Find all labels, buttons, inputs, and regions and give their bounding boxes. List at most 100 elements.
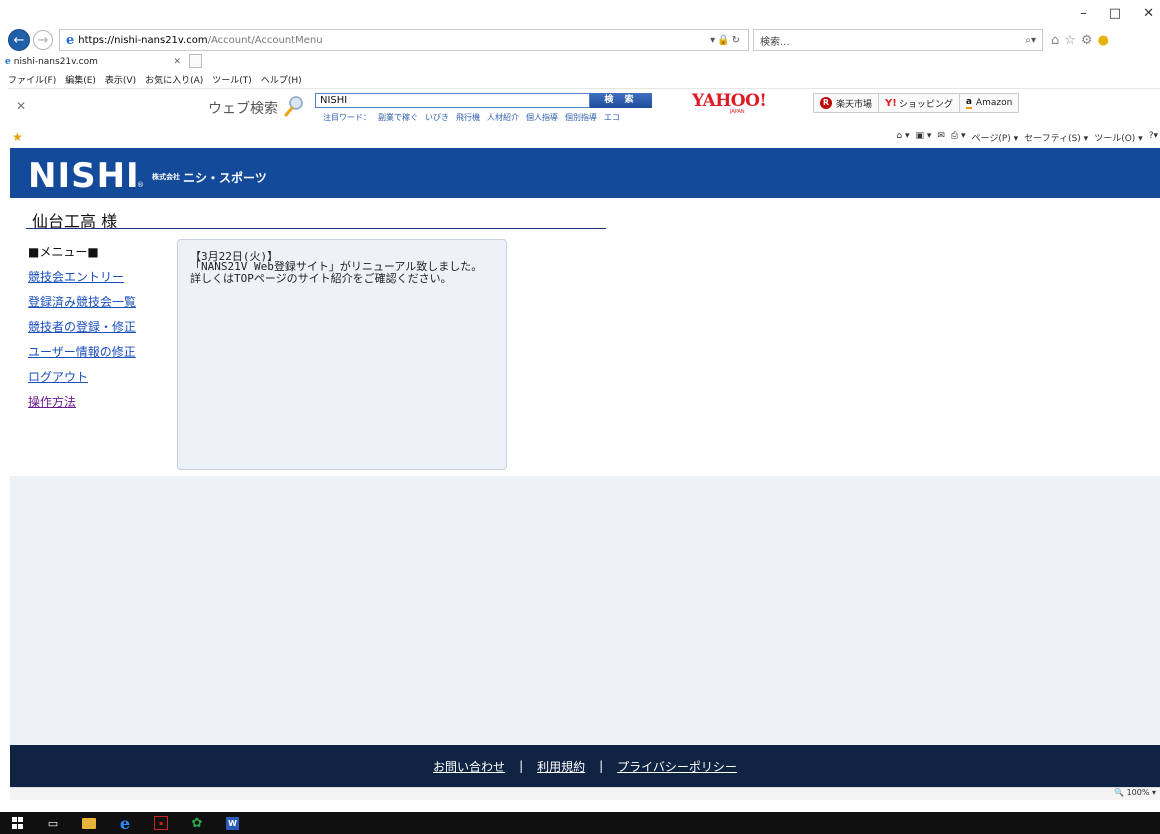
- url-host: https://nishi-nans21v.com: [78, 34, 208, 46]
- footer-separator: |: [519, 759, 524, 773]
- menu-link-how-to-use[interactable]: 操作方法: [28, 393, 76, 410]
- search-placeholder: 検索...: [760, 36, 790, 48]
- smiley-feedback-icon[interactable]: ●: [1098, 33, 1109, 48]
- amazon-label: Amazon: [975, 98, 1013, 108]
- close-window-button[interactable]: ✕: [1143, 6, 1154, 21]
- web-search-input[interactable]: NISHI: [315, 93, 590, 108]
- browser-search-box[interactable]: 検索... ⌕▾: [753, 29, 1043, 51]
- logo-registered-mark: ®: [137, 181, 144, 189]
- status-bar: 🔍 100% ▾: [10, 787, 1160, 800]
- hot-word-link[interactable]: 個別指導: [565, 112, 597, 123]
- menu-link-user-info[interactable]: ユーザー情報の修正: [28, 343, 136, 360]
- menu-edit[interactable]: 編集(E): [65, 73, 96, 86]
- help-icon[interactable]: ?▾: [1149, 131, 1158, 144]
- menu-tools[interactable]: ツール(T): [212, 73, 252, 86]
- footer-link-contact[interactable]: お問い合わせ: [433, 758, 505, 775]
- menu-file[interactable]: ファイル(F): [8, 73, 56, 86]
- rakuten-icon: R: [820, 97, 832, 109]
- tools-menu[interactable]: ツール(O) ▾: [1094, 131, 1143, 144]
- window-controls: – □ ✕: [1080, 6, 1154, 21]
- internet-explorer-icon[interactable]: e: [118, 814, 132, 833]
- footer-link-privacy[interactable]: プライバシーポリシー: [617, 758, 737, 775]
- forward-button[interactable]: →: [33, 30, 53, 50]
- zoom-value: 100%: [1126, 788, 1150, 797]
- hot-word-link[interactable]: いびき: [425, 112, 449, 123]
- page-menu[interactable]: ページ(P) ▾: [972, 131, 1019, 144]
- menu-help[interactable]: ヘルプ(H): [261, 73, 302, 86]
- account-menu-panel: 仙台工高 様 ■メニュー■ 競技会エントリー 登録済み競技会一覧 競技者の登録・…: [10, 198, 1160, 476]
- app-red-icon[interactable]: ▪: [154, 816, 168, 830]
- safety-menu[interactable]: セーフティ(S) ▾: [1024, 131, 1088, 144]
- address-row: ← → e https://nishi-nans21v.com /Account…: [8, 27, 1160, 53]
- back-button[interactable]: ←: [8, 29, 30, 51]
- home-icon[interactable]: ⌂: [1051, 33, 1059, 48]
- tab-active[interactable]: e nishi-nans21v.com ✕: [3, 54, 185, 70]
- tab-close-icon[interactable]: ✕: [173, 57, 181, 67]
- hot-words-label: 注目ワード：: [323, 113, 371, 122]
- command-bar: ⌂ ▾ ▣ ▾ ✉ ⎙ ▾ ページ(P) ▾ セーフティ(S) ▾ ツール(O)…: [896, 131, 1158, 144]
- tab-row: e nishi-nans21v.com ✕: [0, 54, 1160, 70]
- menu-link-athlete-registration[interactable]: 競技者の登録・修正: [28, 318, 136, 335]
- search-icon[interactable]: ⌕▾: [1025, 35, 1036, 46]
- menu-link-registered-competitions[interactable]: 登録済み競技会一覧: [28, 293, 136, 310]
- task-view-icon[interactable]: ▭: [46, 816, 60, 830]
- web-search-button[interactable]: 検 索: [590, 93, 652, 108]
- yahoo-logo[interactable]: YAHOO!: [692, 91, 767, 111]
- favorites-star-icon[interactable]: ☆: [1064, 33, 1076, 48]
- hot-word-link[interactable]: 人材紹介: [487, 112, 519, 123]
- site-footer: お問い合わせ | 利用規約 | プライバシーポリシー: [10, 745, 1160, 787]
- mail-icon[interactable]: ✉: [937, 131, 945, 144]
- hot-words: 注目ワード： 副業で稼ぐ いびき 飛行機 人材紹介 個人指導 個別指導 エコ: [323, 112, 620, 123]
- news-text: 「NANS21V Web登録サイト」がリニューアル致しました。詳しくはTOPペー…: [190, 260, 483, 285]
- footer-link-terms[interactable]: 利用規約: [537, 758, 585, 775]
- yahoo-shopping-label: ショッピング: [898, 99, 953, 110]
- yahoo-japan-sublabel: JAPAN: [730, 109, 745, 115]
- tab-ie-icon: e: [5, 57, 11, 67]
- zoom-level[interactable]: 🔍 100% ▾: [1114, 788, 1156, 797]
- settings-gear-icon[interactable]: ⚙: [1081, 33, 1093, 48]
- footer-separator: |: [599, 759, 604, 773]
- amazon-link[interactable]: a Amazon: [960, 94, 1018, 112]
- minimize-button[interactable]: –: [1080, 6, 1087, 21]
- menu-link-competition-entry[interactable]: 競技会エントリー: [28, 268, 124, 285]
- magnifier-icon: [284, 96, 303, 117]
- menu-link-logout[interactable]: ログアウト: [28, 368, 88, 385]
- hot-word-link[interactable]: 副業で稼ぐ: [378, 112, 418, 123]
- search-toolbar: ✕ ウェブ検索 NISHI 検 索 注目ワード： 副業で稼ぐ いびき 飛行機 人…: [8, 88, 1160, 126]
- tab-title: nishi-nans21v.com: [13, 57, 98, 67]
- rakuten-label: 楽天市場: [836, 99, 873, 110]
- web-search-label: ウェブ検索: [208, 101, 278, 117]
- toolbar-close-icon[interactable]: ✕: [16, 99, 26, 113]
- nishi-logo[interactable]: NISHI: [28, 156, 140, 196]
- app-green-icon[interactable]: ✿: [190, 816, 204, 831]
- site-header: NISHI ® 株式会社 ニシ・スポーツ: [10, 148, 1160, 198]
- rakuten-link[interactable]: R 楽天市場: [814, 94, 880, 112]
- menu-favorites[interactable]: お気に入り(A): [145, 73, 203, 86]
- yahoo-shopping-icon: Y!: [885, 97, 897, 109]
- menu-view[interactable]: 表示(V): [105, 73, 136, 86]
- logo-kabushikigaisha: 株式会社: [152, 173, 180, 181]
- windows-start-icon[interactable]: [10, 816, 24, 830]
- word-icon[interactable]: W: [226, 816, 239, 830]
- address-bar[interactable]: e https://nishi-nans21v.com /Account/Acc…: [59, 29, 749, 51]
- logo-company-name: ニシ・スポーツ: [183, 171, 267, 185]
- hot-word-link[interactable]: エコ: [604, 112, 620, 123]
- amazon-icon: a: [965, 96, 972, 109]
- hot-word-link[interactable]: 飛行機: [456, 112, 480, 123]
- news-box: 【3月22日(火)】 「NANS21V Web登録サイト」がリニューアル致しまし…: [177, 239, 507, 470]
- address-tools-icons[interactable]: ▾🔒↻: [710, 35, 742, 46]
- new-tab-button[interactable]: [189, 54, 202, 68]
- home-dropdown-icon[interactable]: ⌂ ▾: [896, 131, 909, 144]
- yahoo-shopping-link[interactable]: Y! ショッピング: [879, 94, 960, 112]
- command-row: ★ ⌂ ▾ ▣ ▾ ✉ ⎙ ▾ ページ(P) ▾ セーフティ(S) ▾ ツール(…: [8, 127, 1160, 147]
- file-explorer-icon[interactable]: [82, 816, 96, 830]
- menu-bar: ファイル(F) 編集(E) 表示(V) お気に入り(A) ツール(T) ヘルプ(…: [8, 71, 302, 87]
- print-dropdown-icon[interactable]: ⎙ ▾: [951, 131, 966, 144]
- windows-taskbar: ▭ e ▪ ✿ W: [0, 812, 1160, 834]
- page-viewport: NISHI ® 株式会社 ニシ・スポーツ 仙台工高 様 ■メニュー■ 競技会エン…: [10, 148, 1160, 800]
- hot-word-link[interactable]: 個人指導: [526, 112, 558, 123]
- maximize-button[interactable]: □: [1109, 6, 1121, 21]
- browser-right-icons: ⌂ ☆ ⚙ ●: [1051, 33, 1109, 48]
- feeds-dropdown-icon[interactable]: ▣ ▾: [915, 131, 931, 144]
- favorites-bar-star-icon[interactable]: ★: [12, 130, 23, 144]
